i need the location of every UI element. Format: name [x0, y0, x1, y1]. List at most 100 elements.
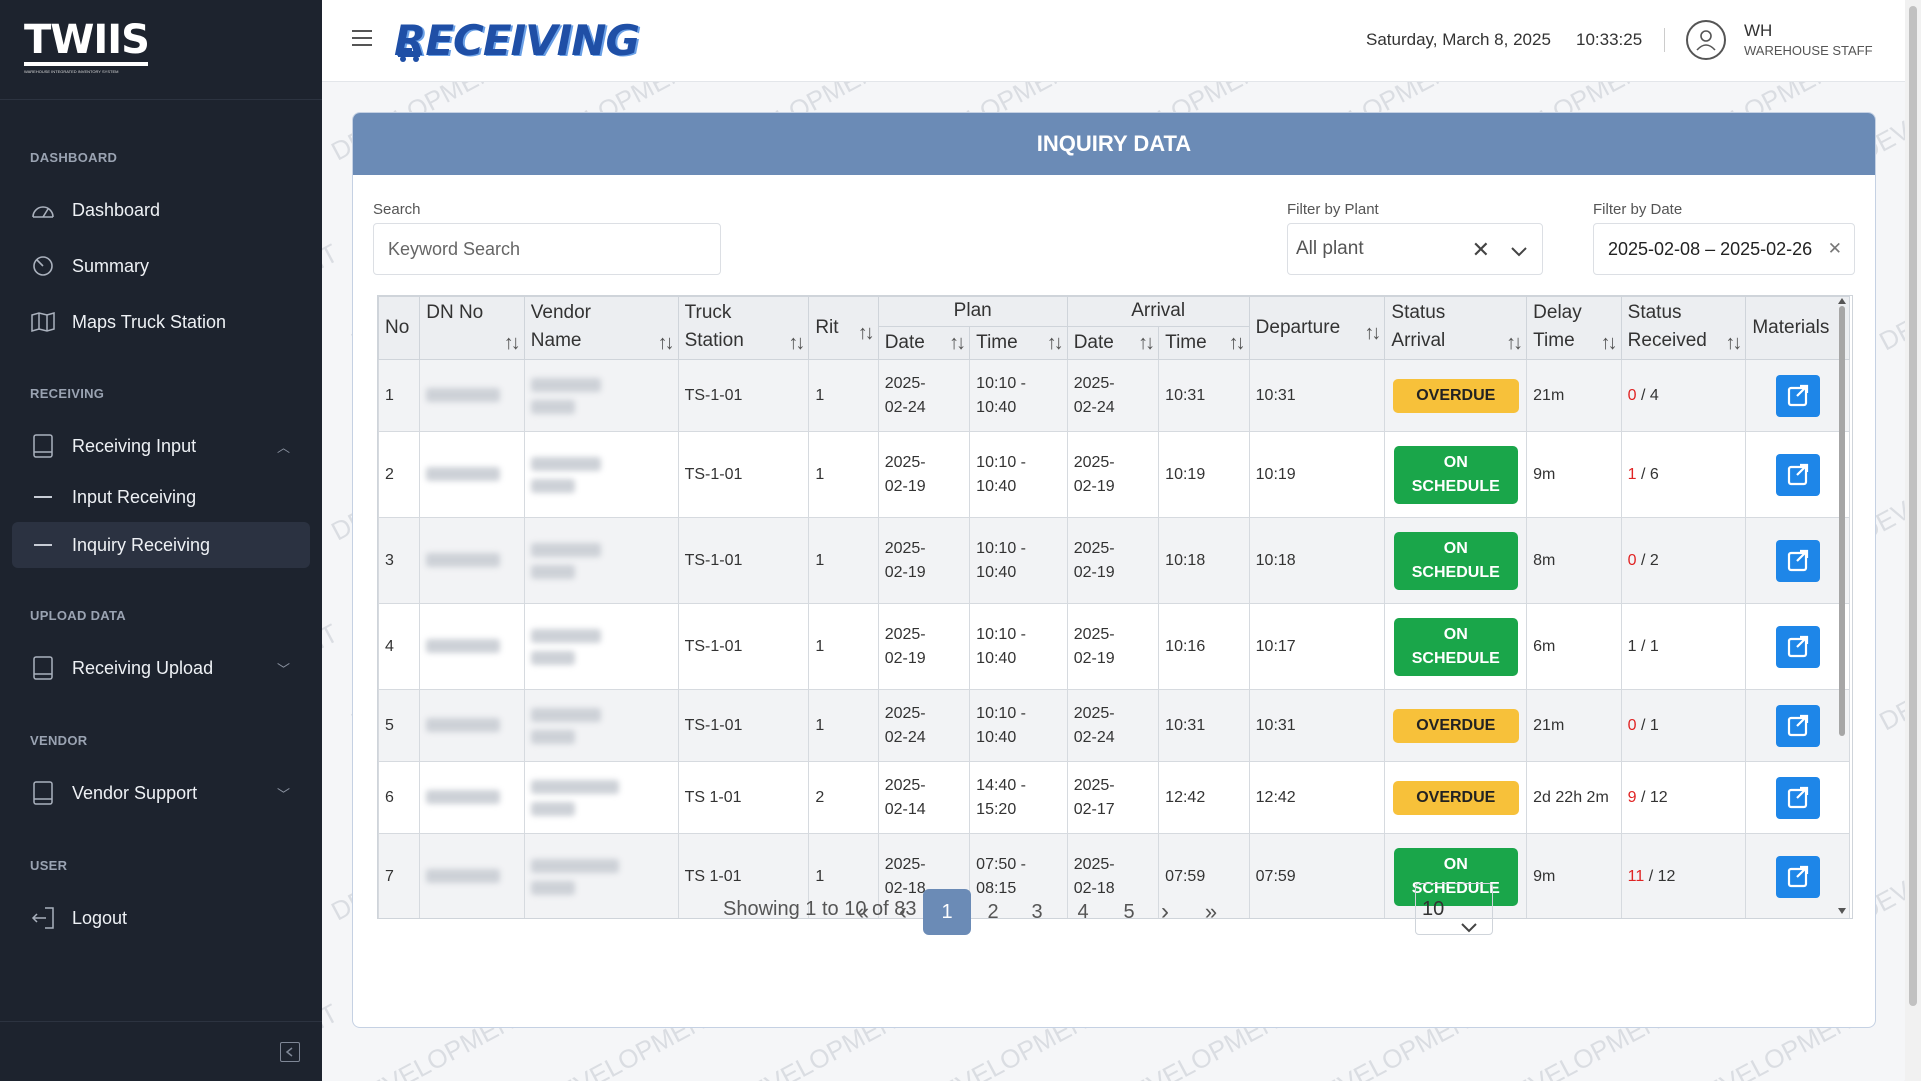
- menu-icon[interactable]: [352, 30, 372, 46]
- received-count: 0: [1627, 386, 1637, 404]
- sidebar-item-input-receiving[interactable]: Input Receiving: [12, 474, 310, 520]
- page-scrollbar[interactable]: [1905, 0, 1921, 1081]
- cell-truck-station: TS-1-01: [677, 359, 810, 432]
- open-materials-button[interactable]: [1775, 855, 1820, 898]
- col-vendor-name[interactable]: Vendor Name ↑↓: [523, 296, 679, 360]
- external-link-icon: [1787, 786, 1808, 808]
- cell-materials: [1745, 517, 1850, 604]
- watermark-text: DEVELOPMENT: [322, 82, 323, 167]
- cell-delay-time: 2d 22h 2m: [1526, 761, 1622, 834]
- cell-plan-time: 10:10 - 10:40: [969, 431, 1068, 518]
- col-arrival-time[interactable]: Time ↑↓: [1158, 326, 1250, 360]
- redacted-vendor: [530, 880, 575, 895]
- sidebar-item-label: Vendor Support: [72, 782, 198, 803]
- sidebar-item-vendor-support[interactable]: Vendor Support ﹀: [12, 769, 310, 817]
- redacted-vendor: [530, 399, 575, 414]
- sidebar-item-receiving-upload[interactable]: Receiving Upload ﹀: [12, 644, 310, 692]
- cell-status-arrival: ON SCHEDULE: [1384, 517, 1528, 604]
- redacted-vendor: [530, 801, 575, 816]
- page-button-3[interactable]: 3: [1013, 889, 1061, 935]
- cell-no: 4: [378, 603, 421, 690]
- watermark-text: DEVELOPMENT: [322, 428, 323, 548]
- gauge-icon: [30, 198, 56, 222]
- received-count: 11: [1627, 867, 1645, 885]
- cell-plan-date: 2025-02-24: [877, 359, 971, 432]
- cell-plan-date: 2025-02-19: [877, 431, 971, 518]
- section-vendor: VENDOR: [30, 733, 88, 748]
- chevron-down-icon[interactable]: [1510, 242, 1528, 264]
- next-page-button[interactable]: ›: [1141, 889, 1189, 935]
- sidebar-item-receiving-input[interactable]: Receiving Input ︿: [12, 422, 310, 470]
- col-status-arrival[interactable]: Status Arrival ↑↓: [1384, 296, 1528, 360]
- sidebar-item-dashboard[interactable]: Dashboard: [12, 186, 310, 234]
- cell-plan-time: 14:40 - 15:20: [969, 761, 1068, 834]
- app-logo[interactable]: TWIIS WAREHOUSE INTEGRATED INVENTORY SYS…: [24, 18, 152, 76]
- page-button-4[interactable]: 4: [1059, 889, 1107, 935]
- col-group-arrival: Arrival: [1066, 296, 1250, 327]
- col-dn-no[interactable]: DN No ↑↓: [419, 296, 525, 360]
- cell-status-received: 9 / 12: [1620, 761, 1747, 834]
- external-link-icon: [1787, 865, 1808, 887]
- sidebar-item-summary[interactable]: Summary: [12, 242, 310, 290]
- sort-icon: ↑↓: [1725, 332, 1742, 354]
- plant-filter-select[interactable]: All plant ✕: [1287, 223, 1543, 275]
- cell-plan-time: 10:10 - 10:40: [969, 517, 1068, 604]
- col-delay-time[interactable]: Delay Time ↑↓: [1526, 296, 1622, 360]
- col-no: No: [378, 296, 421, 360]
- col-plan-time[interactable]: Time ↑↓: [969, 326, 1068, 360]
- col-rit[interactable]: Rit ↑↓: [808, 296, 879, 360]
- cell-status-arrival: ON SCHEDULE: [1384, 603, 1528, 690]
- page-size-select[interactable]: 10: [1415, 883, 1493, 935]
- sidebar-item-inquiry-receiving[interactable]: Inquiry Receiving: [12, 522, 310, 568]
- col-departure[interactable]: Departure ↑↓: [1248, 296, 1386, 360]
- col-plan-date[interactable]: Date ↑↓: [877, 326, 971, 360]
- watermark-text: DEVELOPMENT: [322, 617, 343, 737]
- cell-delay-time: 9m: [1526, 431, 1622, 518]
- open-materials-button[interactable]: [1775, 374, 1820, 417]
- redacted-dn: [426, 639, 501, 654]
- sidebar-item-logout[interactable]: Logout: [12, 894, 310, 942]
- open-materials-button[interactable]: [1775, 453, 1820, 496]
- open-materials-button[interactable]: [1775, 539, 1820, 582]
- user-avatar-icon[interactable]: [1686, 20, 1726, 60]
- sort-icon: ↑↓: [1506, 332, 1523, 354]
- cell-departure: 07:59: [1248, 833, 1386, 918]
- prev-page-button[interactable]: ‹: [879, 889, 927, 935]
- cell-arrival-time: 10:16: [1158, 603, 1250, 690]
- cell-arrival-time: 10:31: [1158, 689, 1250, 762]
- collapse-sidebar-icon[interactable]: [280, 1042, 300, 1062]
- sort-icon: ↑↓: [1600, 332, 1618, 354]
- received-count: 0: [1627, 716, 1637, 734]
- date-range-value: 2025-02-08 – 2025-02-26: [1608, 238, 1813, 259]
- cell-materials: [1745, 689, 1850, 762]
- search-input[interactable]: Keyword Search: [373, 223, 721, 275]
- page-scrollbar-thumb[interactable]: [1909, 6, 1917, 1006]
- chevron-down-icon: ﹀: [276, 661, 290, 677]
- open-materials-button[interactable]: [1775, 704, 1820, 747]
- clear-date-icon[interactable]: ✕: [1828, 239, 1842, 259]
- last-page-button[interactable]: »: [1187, 889, 1235, 935]
- cell-rit: 1: [808, 689, 879, 762]
- page-button-1[interactable]: 1: [923, 889, 971, 935]
- col-status-received[interactable]: Status Received ↑↓: [1620, 296, 1747, 360]
- col-truck-station[interactable]: Truck Station ↑↓: [677, 296, 810, 360]
- col-arrival-date[interactable]: Date ↑↓: [1066, 326, 1160, 360]
- sort-icon: ↑↓: [949, 332, 966, 354]
- cell-vendor-name: [523, 603, 679, 690]
- status-badge: ON SCHEDULE: [1393, 617, 1518, 676]
- table-scrollbar[interactable]: [1838, 298, 1846, 914]
- received-count: 1: [1627, 637, 1637, 655]
- cell-arrival-date: 2025-02-24: [1066, 689, 1160, 762]
- page-button-2[interactable]: 2: [969, 889, 1017, 935]
- divider: [1664, 28, 1665, 52]
- clear-icon[interactable]: ✕: [1472, 237, 1490, 263]
- cell-departure: 12:42: [1248, 761, 1386, 834]
- sort-icon: ↑↓: [503, 332, 521, 354]
- sidebar-item-maps[interactable]: Maps Truck Station: [12, 298, 310, 346]
- date-range-input[interactable]: 2025-02-08 – 2025-02-26 ✕: [1593, 223, 1855, 275]
- open-materials-button[interactable]: [1775, 776, 1820, 819]
- logo-text: TWIIS: [24, 18, 150, 66]
- cell-truck-station: TS-1-01: [677, 689, 810, 762]
- open-materials-button[interactable]: [1775, 625, 1820, 668]
- cell-arrival-time: 10:18: [1158, 517, 1250, 604]
